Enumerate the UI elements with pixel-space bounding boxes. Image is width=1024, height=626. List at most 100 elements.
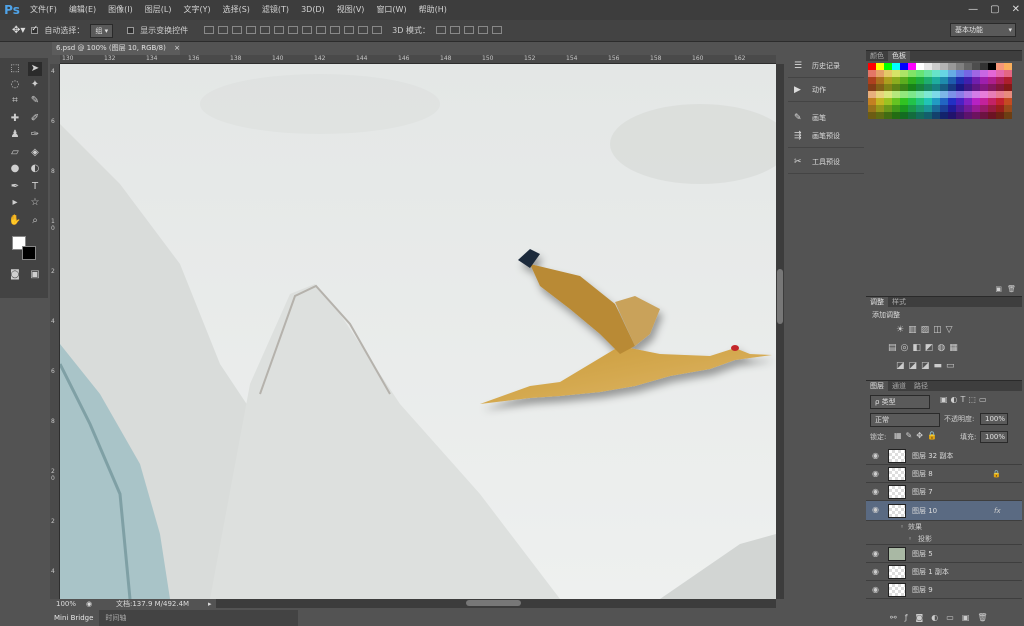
color-swatch[interactable] bbox=[876, 77, 884, 84]
color-swatch[interactable] bbox=[972, 70, 980, 77]
color-swatch[interactable] bbox=[1004, 84, 1012, 91]
layer-row[interactable]: ◉ 图层 1 副本 bbox=[866, 563, 1022, 581]
tab-color[interactable]: 颜色 bbox=[866, 51, 888, 61]
effect-drop-shadow-row[interactable]: ◦ 投影 bbox=[866, 533, 1022, 545]
color-swatch[interactable] bbox=[940, 77, 948, 84]
color-swatch[interactable] bbox=[876, 98, 884, 105]
color-swatch[interactable] bbox=[908, 70, 916, 77]
workspace-dropdown[interactable]: 基本功能 ▾ bbox=[950, 23, 1016, 37]
quick-mask-icon[interactable]: ◙ bbox=[8, 268, 22, 282]
show-transform-checkbox[interactable] bbox=[127, 27, 135, 34]
horizontal-scrollbar[interactable] bbox=[216, 599, 776, 608]
color-swatch[interactable] bbox=[932, 63, 940, 70]
color-swatch[interactable] bbox=[900, 112, 908, 119]
color-swatch[interactable] bbox=[948, 105, 956, 112]
path-select-icon[interactable]: ▸ bbox=[8, 196, 22, 210]
color-swatch[interactable] bbox=[988, 70, 996, 77]
color-swatch[interactable] bbox=[868, 91, 876, 98]
color-swatch[interactable] bbox=[956, 91, 964, 98]
auto-select-dropdown[interactable]: 组 ▾ bbox=[90, 23, 114, 38]
visibility-eye-icon[interactable]: ◉ bbox=[872, 563, 879, 581]
color-swatch[interactable] bbox=[868, 105, 876, 112]
panel-brush-presets[interactable]: ⇶ 画笔预设 bbox=[788, 124, 864, 148]
color-swatch[interactable] bbox=[964, 70, 972, 77]
color-swatch[interactable] bbox=[868, 77, 876, 84]
color-swatch[interactable] bbox=[964, 105, 972, 112]
marquee-tool-icon[interactable]: ⬚ bbox=[8, 62, 22, 76]
color-swatch[interactable] bbox=[916, 98, 924, 105]
color-swatch[interactable] bbox=[956, 112, 964, 119]
color-swatch[interactable] bbox=[996, 84, 1004, 91]
color-swatch[interactable] bbox=[940, 105, 948, 112]
color-swatch[interactable] bbox=[972, 112, 980, 119]
hand-tool-icon[interactable]: ✋ bbox=[8, 214, 22, 228]
background-color-swatch[interactable] bbox=[22, 246, 36, 260]
color-swatch[interactable] bbox=[956, 70, 964, 77]
panel-tool-presets[interactable]: ✂ 工具预设 bbox=[788, 150, 864, 174]
menu-help[interactable]: 帮助(H) bbox=[413, 0, 453, 20]
blur-tool-icon[interactable]: ● bbox=[8, 162, 22, 176]
color-swatch[interactable] bbox=[916, 112, 924, 119]
drop-shadow-eye-icon[interactable]: ◦ bbox=[908, 533, 912, 545]
visibility-eye-icon[interactable]: ◉ bbox=[872, 545, 879, 563]
close-document-icon[interactable]: × bbox=[174, 44, 180, 52]
layer-kind-filter[interactable]: ρ 类型 bbox=[870, 395, 930, 409]
color-swatch[interactable] bbox=[884, 70, 892, 77]
color-swatch[interactable] bbox=[900, 98, 908, 105]
healing-brush-icon[interactable]: ✚ bbox=[8, 112, 22, 126]
color-swatch[interactable] bbox=[980, 77, 988, 84]
layer-row[interactable]: ◉ 图层 9 bbox=[866, 581, 1022, 599]
crop-tool-icon[interactable]: ⌗ bbox=[8, 94, 22, 108]
minimize-button[interactable]: — bbox=[968, 0, 978, 20]
lock-icons[interactable]: ▦✎✥🔒 bbox=[894, 431, 941, 440]
color-swatch[interactable] bbox=[924, 70, 932, 77]
color-swatch[interactable] bbox=[892, 63, 900, 70]
color-swatch[interactable] bbox=[980, 91, 988, 98]
color-swatch[interactable] bbox=[996, 63, 1004, 70]
color-swatch[interactable] bbox=[876, 91, 884, 98]
menu-file[interactable]: 文件(F) bbox=[24, 0, 63, 20]
layer-row[interactable]: ◉ 图层 7 bbox=[866, 483, 1022, 501]
color-swatch[interactable] bbox=[884, 105, 892, 112]
color-swatch[interactable] bbox=[996, 105, 1004, 112]
color-swatch[interactable] bbox=[964, 98, 972, 105]
color-swatch[interactable] bbox=[900, 105, 908, 112]
document-tab[interactable]: 6.psd @ 100% (图层 10, RGB/8) × bbox=[52, 42, 180, 55]
color-swatch[interactable] bbox=[972, 84, 980, 91]
color-swatch[interactable] bbox=[916, 63, 924, 70]
color-swatch[interactable] bbox=[1004, 105, 1012, 112]
color-swatch[interactable] bbox=[980, 112, 988, 119]
color-swatch[interactable] bbox=[900, 84, 908, 91]
fx-badge[interactable]: fx bbox=[994, 501, 1001, 521]
color-swatch[interactable] bbox=[948, 98, 956, 105]
effects-row[interactable]: ◦ 效果 bbox=[866, 521, 1022, 533]
panel-actions[interactable]: ▶ 动作 bbox=[788, 78, 864, 102]
color-swatch[interactable] bbox=[876, 63, 884, 70]
color-swatch[interactable] bbox=[988, 77, 996, 84]
status-arrow-icon[interactable]: ▸ bbox=[208, 599, 212, 609]
type-tool-icon[interactable]: T bbox=[28, 180, 42, 194]
lasso-tool-icon[interactable]: ◌ bbox=[8, 78, 22, 92]
color-swatch[interactable] bbox=[988, 105, 996, 112]
tab-timeline[interactable]: 时间轴 bbox=[99, 610, 132, 626]
color-swatch[interactable] bbox=[940, 63, 948, 70]
dodge-tool-icon[interactable]: ◐ bbox=[28, 162, 42, 176]
color-swatch[interactable] bbox=[868, 63, 876, 70]
color-swatch[interactable] bbox=[868, 84, 876, 91]
zoom-tool-icon[interactable]: ⌕ bbox=[28, 214, 42, 228]
maximize-button[interactable]: ▢ bbox=[990, 0, 999, 20]
adjustment-icons-row3[interactable]: ◪◪◪▬▭ bbox=[896, 361, 959, 371]
move-tool-icon[interactable]: ✥▾ bbox=[12, 25, 25, 36]
vertical-scrollbar[interactable] bbox=[776, 64, 784, 599]
tab-adjustments[interactable]: 调整 bbox=[866, 297, 888, 307]
color-swatch[interactable] bbox=[932, 112, 940, 119]
color-swatch[interactable] bbox=[892, 91, 900, 98]
color-swatch[interactable] bbox=[940, 91, 948, 98]
menu-layer[interactable]: 图层(L) bbox=[139, 0, 178, 20]
color-swatch[interactable] bbox=[964, 112, 972, 119]
visibility-eye-icon[interactable]: ◉ bbox=[872, 447, 879, 465]
menu-edit[interactable]: 编辑(E) bbox=[63, 0, 102, 20]
color-swatch[interactable] bbox=[916, 84, 924, 91]
color-swatch[interactable] bbox=[932, 84, 940, 91]
layer-row[interactable]: ◉ 图层 32 副本 bbox=[866, 447, 1022, 465]
